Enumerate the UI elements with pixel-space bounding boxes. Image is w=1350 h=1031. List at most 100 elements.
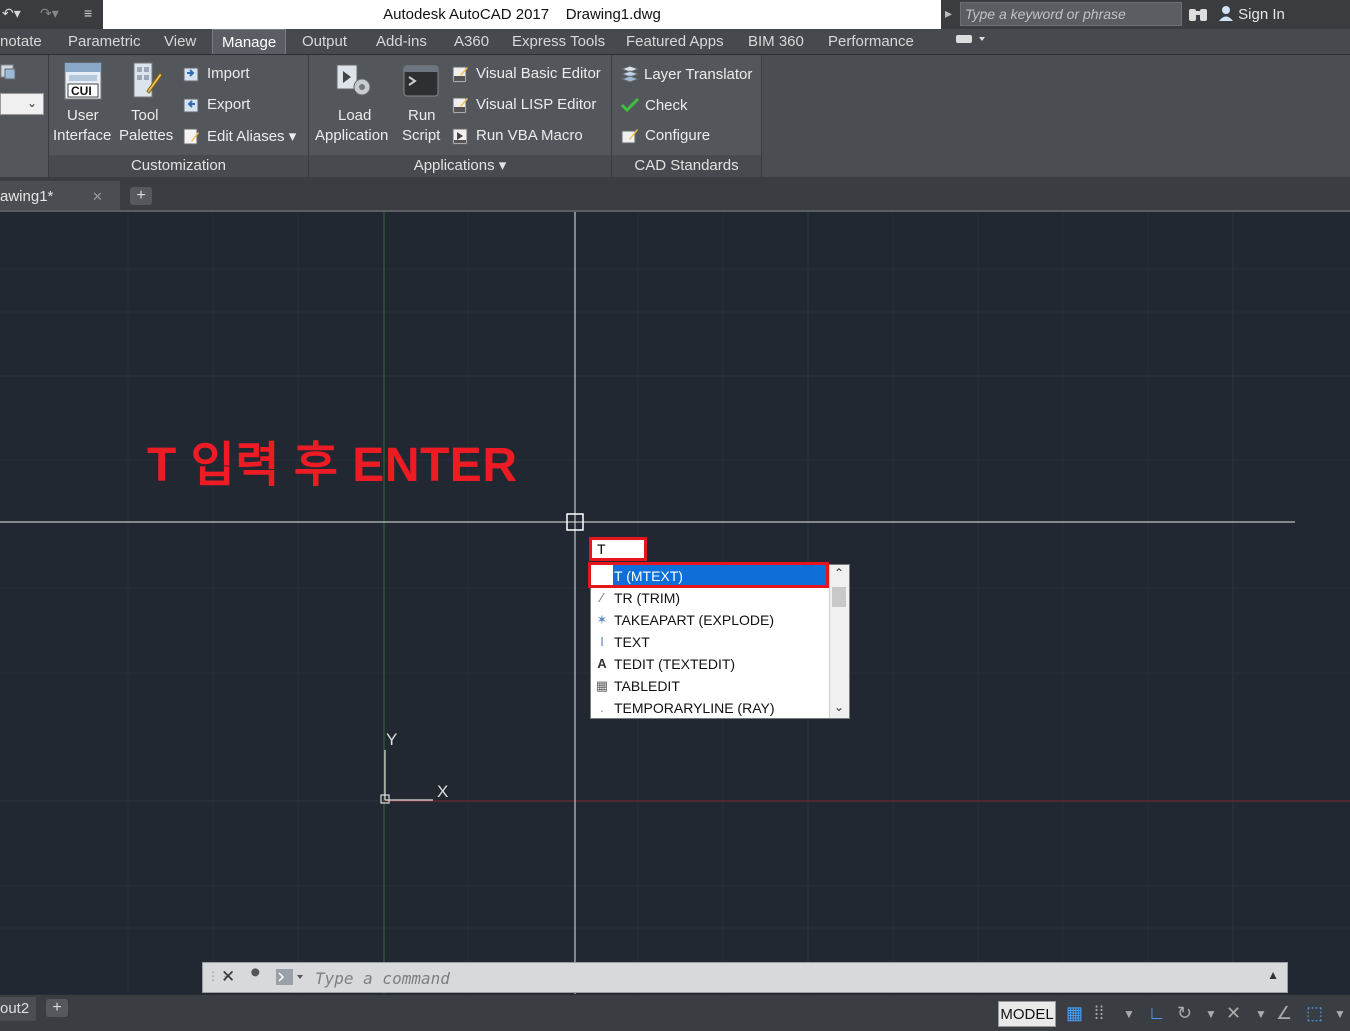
chevron-down-icon[interactable]: ▼	[1255, 1007, 1267, 1021]
wrench-icon[interactable]	[247, 968, 265, 991]
new-tab-button[interactable]: +	[130, 187, 152, 205]
annotation-text: T 입력 후 ENTER	[147, 439, 518, 492]
list-item[interactable]: T (MTEXT)	[613, 565, 829, 587]
tab-output[interactable]: Output	[302, 33, 347, 50]
autocomplete-list[interactable]: T (MTEXT) ⁄ TR (TRIM) ✶ TAKEAPART (EXPLO…	[590, 564, 850, 719]
check-icon[interactable]	[620, 96, 640, 113]
export-icon[interactable]	[182, 96, 199, 113]
action-recorder-icon[interactable]	[0, 63, 18, 81]
list-item[interactable]: . TEMPORARYLINE (RAY)	[591, 697, 829, 719]
chevron-up-icon[interactable]: ⌃	[834, 566, 844, 580]
tab-a360[interactable]: A360	[454, 33, 489, 50]
grid-icon[interactable]: ▦	[1066, 1003, 1083, 1024]
title-area: Autodesk AutoCAD 2017 Drawing1.dwg	[103, 0, 941, 29]
panel-title-cad-standards[interactable]: CAD Standards	[612, 155, 761, 177]
user-interface-label-2[interactable]: Interface	[53, 127, 111, 144]
expand-arrow-icon[interactable]: ▸	[945, 5, 952, 22]
tab-view[interactable]: View	[164, 33, 196, 50]
run-vba-macro-icon[interactable]	[451, 127, 468, 145]
tool-palettes-icon[interactable]	[133, 61, 163, 101]
layout-tab[interactable]: out2	[0, 997, 36, 1021]
command-line[interactable]: ⋮⋮ ✕ ▲	[202, 962, 1288, 993]
document-tab-bar: awing1* ✕ +	[0, 177, 1350, 212]
layer-translator-button[interactable]: Layer Translator	[644, 66, 752, 83]
check-button[interactable]: Check	[645, 97, 688, 114]
trim-icon: ⁄	[600, 590, 604, 605]
panel-partial: ⌄	[0, 55, 49, 177]
title-bar: ↶▾ ↷▾ ≡ Autodesk AutoCAD 2017 Drawing1.d…	[0, 0, 1350, 29]
cui-icon[interactable]: CUI	[63, 61, 103, 101]
edit-aliases-button[interactable]: Edit Aliases ▾	[207, 127, 296, 145]
import-icon[interactable]	[182, 65, 199, 82]
run-script-label-1[interactable]: Run	[408, 107, 436, 124]
chevron-down-icon[interactable]: ▼	[1334, 1007, 1346, 1021]
lisp-editor-icon[interactable]	[451, 96, 468, 114]
command-prompt-icon[interactable]	[275, 968, 305, 991]
list-item[interactable]: ⁄ TR (TRIM)	[591, 587, 829, 609]
import-button[interactable]: Import	[207, 65, 250, 82]
layer-translator-icon[interactable]	[620, 65, 640, 83]
tab-express-tools[interactable]: Express Tools	[512, 33, 605, 50]
close-icon[interactable]: ✕	[92, 189, 103, 205]
sign-in-button[interactable]: Sign In	[1218, 5, 1285, 23]
load-application-label-2[interactable]: Application	[315, 127, 388, 144]
qat-dropdown-icon[interactable]: ≡	[84, 5, 92, 21]
polar-icon[interactable]: ↻	[1177, 1003, 1192, 1024]
doc-tab-drawing1[interactable]: awing1* ✕	[0, 181, 120, 210]
list-item[interactable]: I TEXT	[591, 631, 829, 653]
object-snap-tracking-icon[interactable]: ∠	[1276, 1003, 1292, 1024]
vba-editor-icon[interactable]	[451, 65, 468, 83]
load-application-icon[interactable]	[335, 63, 373, 99]
ribbon-options-icon[interactable]	[955, 32, 987, 50]
binoculars-icon[interactable]	[1188, 5, 1208, 26]
visual-lisp-editor-button[interactable]: Visual LISP Editor	[476, 96, 596, 113]
add-layout-button[interactable]: +	[46, 999, 68, 1017]
autocomplete-scrollbar[interactable]: ⌃ ⌄	[829, 565, 849, 718]
model-space-button[interactable]: MODEL	[998, 1001, 1056, 1027]
load-application-label-1[interactable]: Load	[338, 107, 371, 124]
undo-icon[interactable]: ↶▾	[2, 5, 21, 22]
configure-icon[interactable]	[620, 127, 638, 144]
panel-title-customization[interactable]: Customization	[49, 155, 308, 177]
isodraft-icon[interactable]: ✕	[1226, 1003, 1241, 1024]
tab-performance[interactable]: Performance	[828, 33, 914, 50]
ribbon: ⌄ CUI User Interface Tool Palettes Impor…	[0, 55, 1350, 177]
scroll-thumb[interactable]	[832, 587, 846, 607]
tab-parametric[interactable]: Parametric	[68, 33, 141, 50]
tab-annotate[interactable]: notate	[0, 33, 42, 50]
dynamic-input-field[interactable]: T	[589, 537, 647, 561]
list-item[interactable]: A TEDIT (TEXTEDIT)	[591, 653, 829, 675]
tab-bim-360[interactable]: BIM 360	[748, 33, 804, 50]
search-input[interactable]	[961, 3, 1181, 25]
configure-button[interactable]: Configure	[645, 127, 710, 144]
snap-icon[interactable]: ⁞⁞	[1094, 1003, 1104, 1024]
chevron-down-icon[interactable]: ▼	[1123, 1007, 1135, 1021]
text-icon: I	[600, 634, 604, 649]
edit-aliases-icon[interactable]	[182, 127, 199, 145]
chevron-down-icon[interactable]: ▼	[1205, 1007, 1217, 1021]
tab-add-ins[interactable]: Add-ins	[376, 33, 427, 50]
ray-icon: .	[600, 700, 604, 715]
export-button[interactable]: Export	[207, 96, 250, 113]
run-script-label-2[interactable]: Script	[402, 127, 440, 144]
list-item[interactable]: ▦ TABLEDIT	[591, 675, 829, 697]
chevron-down-icon[interactable]: ⌄	[834, 700, 844, 714]
history-arrow-icon[interactable]: ▲	[1267, 968, 1279, 982]
preference-dropdown[interactable]: ⌄	[0, 93, 44, 115]
tab-featured-apps[interactable]: Featured Apps	[626, 33, 724, 50]
user-interface-label-1[interactable]: User	[67, 107, 99, 124]
tab-manage[interactable]: Manage	[212, 29, 287, 54]
run-vba-macro-button[interactable]: Run VBA Macro	[476, 127, 583, 144]
search-box[interactable]	[960, 2, 1182, 26]
visual-basic-editor-button[interactable]: Visual Basic Editor	[476, 65, 601, 82]
osnap-icon[interactable]: ⬚	[1306, 1003, 1323, 1024]
redo-icon[interactable]: ↷▾	[40, 5, 59, 22]
list-item[interactable]: ✶ TAKEAPART (EXPLODE)	[591, 609, 829, 631]
tool-palettes-label-1[interactable]: Tool	[131, 107, 159, 124]
panel-title-applications[interactable]: Applications ▾	[309, 155, 611, 177]
command-input[interactable]	[313, 966, 1217, 990]
close-icon[interactable]: ✕	[221, 967, 235, 987]
tool-palettes-label-2[interactable]: Palettes	[119, 127, 173, 144]
ortho-icon[interactable]: ∟	[1148, 1003, 1166, 1024]
run-script-icon[interactable]	[403, 65, 439, 97]
